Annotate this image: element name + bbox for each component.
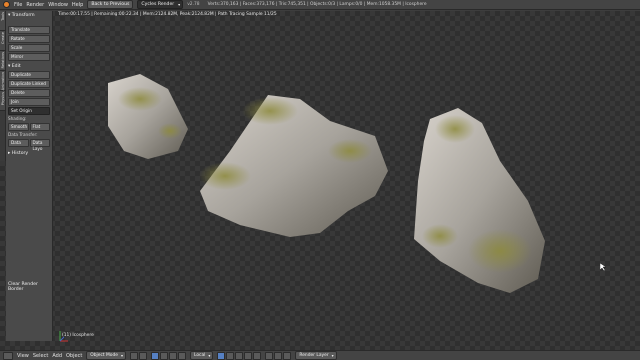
- translate-manipulator-icon[interactable]: [159, 351, 168, 360]
- smooth-shading-button[interactable]: Smooth: [8, 123, 29, 131]
- menu-help[interactable]: Help: [72, 2, 83, 8]
- data-transfer-button[interactable]: Data: [8, 139, 29, 147]
- data-layout-button[interactable]: Data Layo: [29, 139, 50, 151]
- rock-medium: [199, 95, 388, 237]
- layers-group: [217, 351, 262, 360]
- active-object-label: (11) Icosphere: [62, 333, 94, 338]
- tab-animation[interactable]: Animation: [0, 71, 5, 91]
- clear-render-border-panel[interactable]: Clear Render Border: [6, 282, 53, 292]
- rendered-rocks: [108, 74, 545, 293]
- menu-view[interactable]: View: [17, 353, 29, 359]
- info-header: File Render Window Help Back to Previous…: [0, 0, 640, 10]
- tab-physics[interactable]: Physics: [0, 91, 5, 111]
- version-label: v2.78: [187, 2, 200, 7]
- duplicate-linked-button[interactable]: Duplicate Linked: [8, 80, 50, 88]
- layer-1-toggle[interactable]: [217, 351, 226, 360]
- snap-element-icon[interactable]: [283, 351, 292, 360]
- pivot-point-icon[interactable]: [138, 351, 147, 360]
- manipulator-toggle-icon[interactable]: [150, 351, 159, 360]
- layer-4-toggle[interactable]: [244, 351, 253, 360]
- rotate-manipulator-icon[interactable]: [168, 351, 177, 360]
- render-viewport[interactable]: Time:00:17.55 | Remaining:00:22.34 | Mem…: [0, 11, 640, 350]
- back-to-previous-button[interactable]: Back to Previous: [87, 0, 134, 9]
- manipulator-group: [150, 351, 186, 360]
- lock-layers-icon[interactable]: [265, 351, 274, 360]
- 3d-view-header: View Select Add Object Object Mode Local…: [0, 350, 640, 360]
- tab-relations[interactable]: Relations: [0, 51, 5, 71]
- render-engine-dropdown[interactable]: Cycles Render: [137, 0, 184, 9]
- scene-stats: Verts:370,163 | Faces:373,176 | Tris:745…: [207, 2, 427, 7]
- snap-group: [265, 351, 292, 360]
- rock-large: [414, 108, 545, 293]
- scale-manipulator-icon[interactable]: [177, 351, 186, 360]
- object-mode-dropdown[interactable]: Object Mode: [86, 351, 126, 360]
- set-origin-dropdown[interactable]: Set Origin: [8, 107, 50, 115]
- rotate-button[interactable]: Rotate: [8, 35, 50, 43]
- mouse-cursor-icon: [600, 263, 606, 271]
- flat-shading-button[interactable]: Flat: [29, 123, 50, 131]
- render-layer-dropdown[interactable]: Render Layer: [295, 351, 337, 360]
- layer-2-toggle[interactable]: [226, 351, 235, 360]
- transform-panel-header[interactable]: Transform: [8, 12, 50, 19]
- delete-button[interactable]: Delete: [8, 89, 50, 97]
- transform-label: [8, 19, 50, 25]
- menu-select[interactable]: Select: [33, 353, 48, 359]
- translate-button[interactable]: Translate: [8, 26, 50, 34]
- rock-small: [108, 74, 188, 159]
- layer-5-toggle[interactable]: [253, 351, 262, 360]
- tab-create[interactable]: Create: [0, 31, 5, 51]
- viewport-shading-icon[interactable]: [129, 351, 138, 360]
- blender-logo-icon[interactable]: [3, 1, 10, 8]
- scale-button[interactable]: Scale: [8, 44, 50, 52]
- join-button[interactable]: Join: [8, 98, 50, 106]
- snap-icon[interactable]: [274, 351, 283, 360]
- edit-panel-header[interactable]: Edit: [8, 63, 50, 70]
- menu-add[interactable]: Add: [52, 353, 62, 359]
- menu-render[interactable]: Render: [26, 2, 44, 8]
- tab-tools[interactable]: Tools: [0, 11, 5, 31]
- history-panel-header[interactable]: History: [8, 150, 50, 157]
- editor-type-icon[interactable]: [3, 351, 13, 360]
- mirror-button[interactable]: Mirror: [8, 53, 50, 61]
- menu-window[interactable]: Window: [48, 2, 68, 8]
- shading-mode-group: [129, 351, 147, 360]
- duplicate-button[interactable]: Duplicate: [8, 71, 50, 79]
- layer-3-toggle[interactable]: [235, 351, 244, 360]
- menu-file[interactable]: File: [14, 2, 22, 8]
- menu-object[interactable]: Object: [66, 353, 82, 359]
- transform-orientation-dropdown[interactable]: Local: [189, 351, 214, 360]
